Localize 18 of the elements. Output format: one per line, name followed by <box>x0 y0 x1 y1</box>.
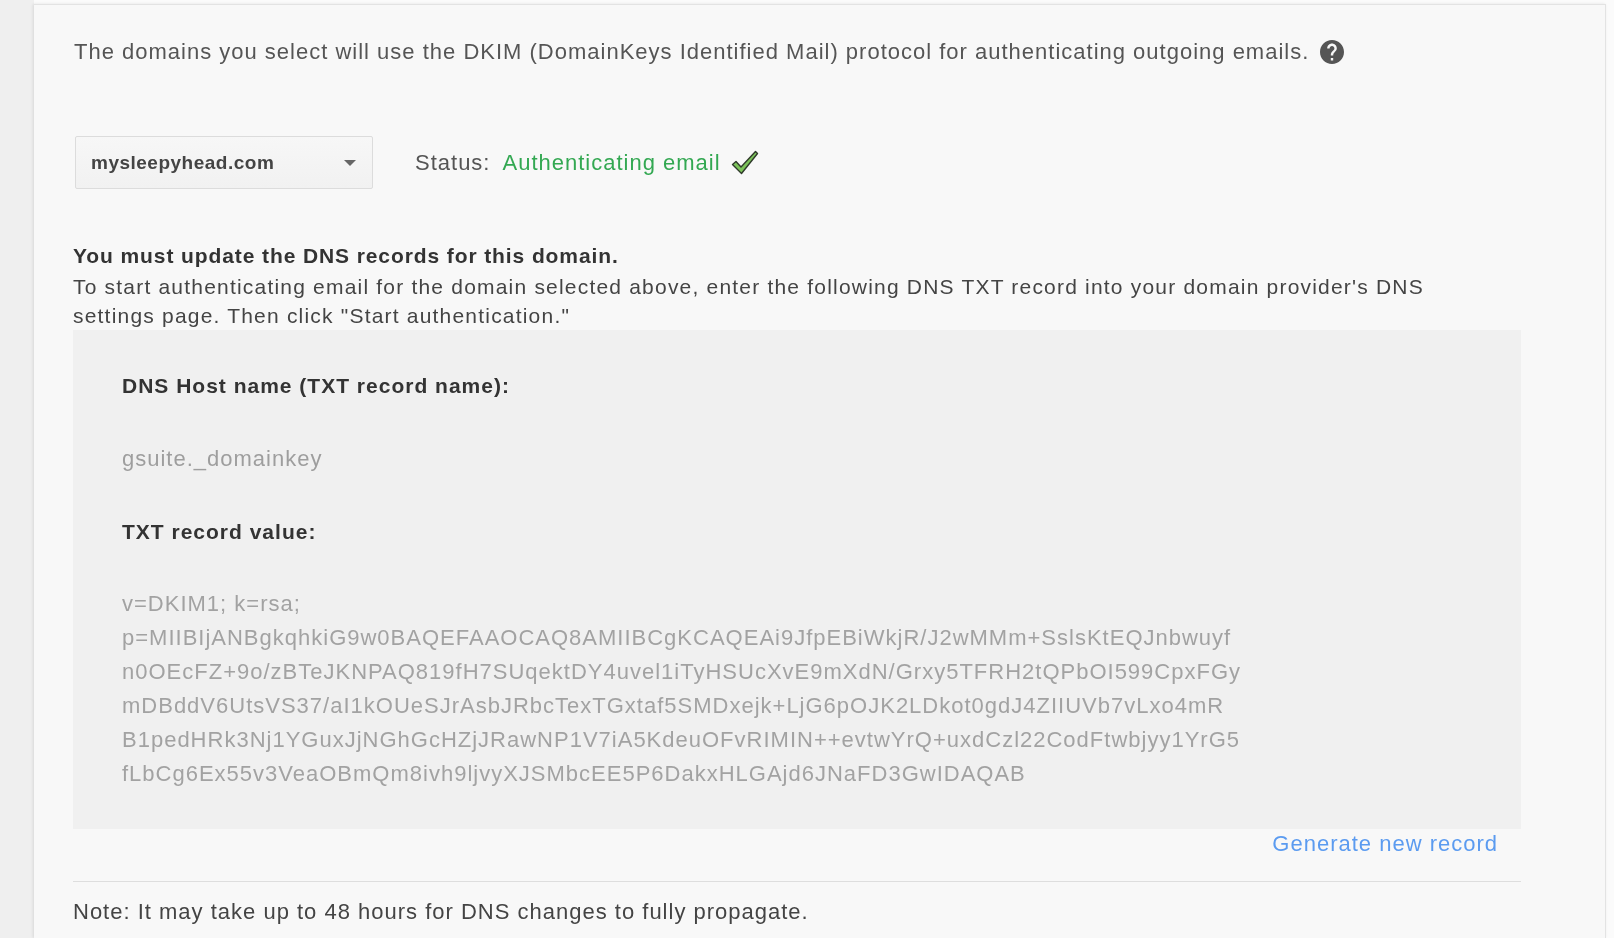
note-text: Note: It may take up to 48 hours for DNS changes to fully propagate. <box>73 898 810 926</box>
caret-icon <box>344 159 356 166</box>
dns-update-heading: You must update the DNS records for this domain. <box>73 243 620 269</box>
host-name-label: DNS Host name (TXT record name): <box>122 373 511 399</box>
record-value-line: v=DKIM1; k=rsa; <box>122 590 301 618</box>
status-value: Authenticating email <box>502 149 721 177</box>
host-name-value: gsuite._domainkey <box>122 445 324 473</box>
dns-instructions-text: To start authenticating email for the domain selected above, enter the following DNS TXT record into your domain provider's DNS settings page. Then click "Start authentication." <box>73 274 1425 329</box>
domain-dropdown[interactable]: mysleepyhead.com <box>75 136 373 189</box>
record-value-line: B1pedHRk3Nj1YGuxJjNGhGcHZjJRawNP1V7iA5KdeuOFvRIMIN++evtwYrQ+uxdCzl22CodFtwbjyy1YrG5 <box>122 726 1240 754</box>
record-value-line: n0OEcFZ+9o/zBTeJKNPAQ819fH7SUqektDY4uvel1iTyHSUcXvE9mXdN/Grxy5TFRH2tQPbOI599CpxFGy <box>122 658 1242 686</box>
record-value-label: TXT record value: <box>122 519 318 545</box>
record-value-line: fLbCg6Ex55v3VeaOBmQm8ivh9ljvyXJSMbcEE5P6DakxHLGAjd6JNaFD3GwIDAQAB <box>122 760 1026 788</box>
intro-text: The domains you select will use the DKIM (DomainKeys Identified Mail) protocol for authenticating outgoing emails. <box>74 38 1310 66</box>
status-label: Status: <box>415 149 491 177</box>
record-value-line: p=MIIBIjANBgkqhkiG9w0BAQEFAAOCAQ8AMIIBCgKCAQEAi9JfpEBiWkjR/J2wMMm+SslsKtEQJnbwuyf <box>122 624 1232 652</box>
help-icon[interactable] <box>1320 39 1345 64</box>
record-value-line: mDBddV6UtsVS37/aI1kOUeSJrAsbJRbcTexTGxtaf5SMDxejk+LjG6pOJK2LDkot0gdJ4ZIIUVb7vLxo4mR <box>122 692 1225 720</box>
